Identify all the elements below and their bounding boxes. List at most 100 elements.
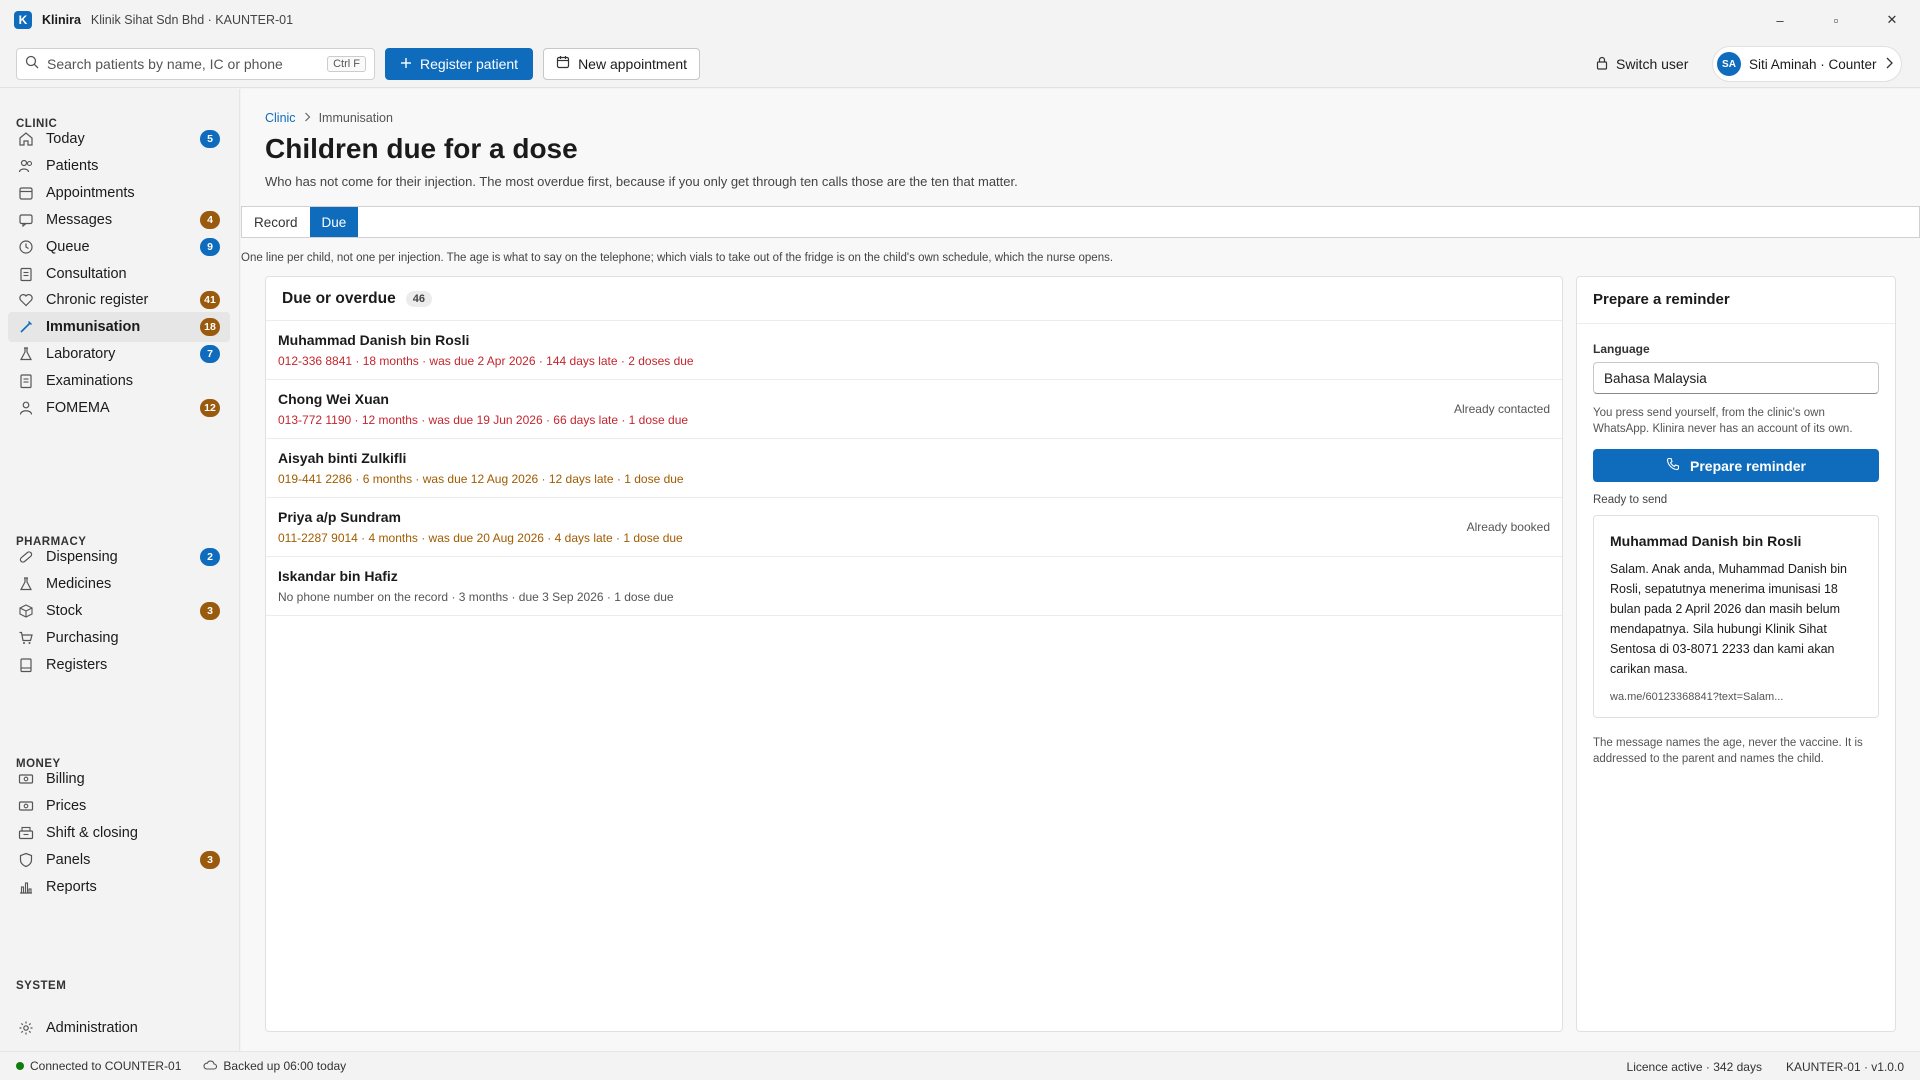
sidebar-item-dispensing[interactable]: Dispensing 2	[8, 542, 230, 572]
clock-icon	[18, 239, 34, 255]
sidebar-item-label: Reports	[46, 878, 97, 895]
count-badge: 7	[200, 345, 220, 364]
whatsapp-note: You press send yourself, from the clinic…	[1593, 407, 1853, 435]
sidebar-item-reports[interactable]: Reports	[8, 872, 230, 902]
sidebar-item-label: Medicines	[46, 575, 112, 592]
new-appointment-label: New appointment	[578, 55, 688, 72]
chevron-right-icon	[1885, 57, 1893, 72]
sidebar-item-prices[interactable]: Prices	[8, 791, 230, 821]
sidebar-item-consultation[interactable]: Consultation	[8, 259, 230, 289]
online-indicator	[16, 1062, 24, 1070]
contact-status: Already booked	[1466, 520, 1550, 534]
tab-record[interactable]: Record	[242, 207, 310, 237]
sidebar-item-examinations[interactable]: Examinations	[8, 366, 230, 396]
user-name: Siti Aminah · Counter	[1749, 56, 1877, 72]
connection-status: Connected to COUNTER-01	[30, 1059, 182, 1073]
tab-due[interactable]: Due	[309, 207, 359, 237]
list-item[interactable]: Priya a/p Sundram 011-2287 9014 · 4 month…	[266, 498, 1562, 557]
phone-icon	[1666, 457, 1680, 474]
message-preview: Muhammad Danish bin Rosli Salam. Anak an…	[1593, 515, 1879, 718]
user-menu[interactable]: SA Siti Aminah · Counter	[1712, 46, 1902, 82]
sidebar-item-label: Stock	[46, 602, 83, 619]
list-item[interactable]: Muhammad Danish bin Rosli 012-336 8841 · …	[266, 321, 1562, 380]
cash-drawer-icon	[18, 825, 34, 841]
status-bar: Connected to COUNTER-01 Backed up 06:00 …	[0, 1051, 1920, 1080]
new-appointment-button[interactable]: New appointment	[543, 47, 701, 80]
gear-icon	[18, 1020, 34, 1036]
message-note: The message names the age, never the vac…	[1593, 737, 1863, 765]
sidebar-item-label: Panels	[46, 851, 91, 868]
maximize-button[interactable]: ▫	[1808, 0, 1864, 40]
breadcrumb-clinic-link[interactable]: Clinic	[265, 111, 296, 125]
sidebar-item-today[interactable]: Today 5	[8, 124, 230, 154]
sidebar-item-shift-closing[interactable]: Shift & closing	[8, 818, 230, 848]
sidebar-item-billing[interactable]: Billing	[8, 764, 230, 794]
child-details: No phone number on the record · 3 months…	[278, 590, 674, 604]
chevron-right-icon	[304, 111, 311, 125]
sidebar-item-label: Prices	[46, 797, 87, 814]
count-badge: 41	[200, 291, 220, 310]
count-badge: 12	[200, 399, 220, 417]
sidebar-item-panels[interactable]: Panels 3	[8, 845, 230, 875]
child-name: Muhammad Danish bin Rosli	[278, 332, 470, 348]
sidebar-item-messages[interactable]: Messages 4	[8, 205, 230, 235]
count-badge: 3	[200, 850, 220, 869]
sidebar-item-label: Laboratory	[46, 346, 116, 363]
sidebar-item-laboratory[interactable]: Laboratory 7	[8, 339, 230, 369]
document-icon	[18, 373, 34, 389]
list-item[interactable]: Iskandar bin Hafiz No phone number on the…	[266, 557, 1562, 616]
count-badge: 3	[200, 601, 220, 620]
chat-icon	[18, 212, 34, 228]
heart-icon	[18, 292, 34, 308]
sidebar-item-appointments[interactable]: Appointments	[8, 178, 230, 208]
sidebar-item-chronic-register[interactable]: Chronic register 41	[8, 285, 230, 315]
sidebar-item-patients[interactable]: Patients	[8, 151, 230, 181]
sidebar-item-label: Purchasing	[46, 629, 119, 646]
backup-label: Backed up 06:00 today	[223, 1059, 347, 1073]
switch-user-button[interactable]: Switch user	[1596, 48, 1688, 80]
sidebar-item-administration[interactable]: Administration	[8, 1013, 230, 1043]
sidebar-item-fomema[interactable]: FOMEMA 12	[8, 393, 230, 423]
child-name: Chong Wei Xuan	[278, 391, 389, 407]
section-system: SYSTEM	[16, 980, 67, 992]
money-icon	[18, 798, 34, 814]
status-right: Licence active · 342 days KAUNTER-01 · v…	[1627, 1052, 1904, 1080]
language-select[interactable]: Bahasa Malaysia	[1593, 362, 1879, 394]
calendar-icon	[556, 55, 570, 72]
list-header: Due or overdue 46	[266, 277, 1562, 321]
title-bar: K Klinira Klinik Sihat Sdn Bhd · KAUNTER…	[0, 0, 1920, 40]
register-patient-label: Register patient	[420, 55, 519, 72]
list-item[interactable]: Chong Wei Xuan 013-772 1190 · 12 months ·…	[266, 380, 1562, 439]
child-details: 013-772 1190 · 12 months · was due 19 Ju…	[278, 413, 689, 427]
calendar-icon	[18, 185, 34, 201]
register-patient-button[interactable]: Register patient	[385, 47, 534, 80]
cloud-icon	[203, 1059, 218, 1073]
list-item[interactable]: Aisyah binti Zulkifli 019-441 2286 · 6 mo…	[266, 439, 1562, 498]
version-label: KAUNTER-01 · v1.0.0	[1785, 1059, 1904, 1074]
sidebar-item-label: Queue	[46, 238, 90, 255]
app-subtitle: Klinik Sihat Sdn Bhd · KAUNTER-01	[90, 13, 294, 27]
list-hint: One line per child, not one per injectio…	[241, 252, 1114, 264]
sidebar-item-medicines[interactable]: Medicines	[8, 569, 230, 599]
sidebar-item-purchasing[interactable]: Purchasing	[8, 623, 230, 653]
count-badge: 5	[200, 130, 220, 148]
child-name: Iskandar bin Hafiz	[278, 568, 398, 584]
sidebar-item-immunisation[interactable]: Immunisation 18	[8, 312, 230, 343]
close-button[interactable]: ✕	[1864, 0, 1920, 40]
child-name: Aisyah binti Zulkifli	[278, 450, 407, 466]
money-icon	[18, 771, 34, 787]
search-input[interactable]: Search patients by name, IC or phone Ctr…	[16, 47, 375, 80]
prepare-reminder-button[interactable]: Prepare reminder	[1593, 449, 1879, 482]
sidebar-item-registers[interactable]: Registers	[8, 650, 230, 680]
sidebar-item-label: Dispensing	[46, 549, 118, 565]
divider	[1577, 323, 1895, 324]
breadcrumb: Clinic Immunisation	[265, 111, 393, 125]
bar-chart-icon	[18, 879, 34, 895]
minimize-button[interactable]: –	[1752, 0, 1808, 40]
whatsapp-link[interactable]: wa.me/60123368841?text=Salam...	[1610, 691, 1783, 703]
sidebar-item-label: Patients	[46, 157, 99, 174]
sidebar-item-queue[interactable]: Queue 9	[8, 232, 230, 262]
sidebar-item-stock[interactable]: Stock 3	[8, 596, 230, 626]
count-badge: 46	[405, 290, 432, 307]
sidebar-item-label: Immunisation	[46, 319, 141, 336]
